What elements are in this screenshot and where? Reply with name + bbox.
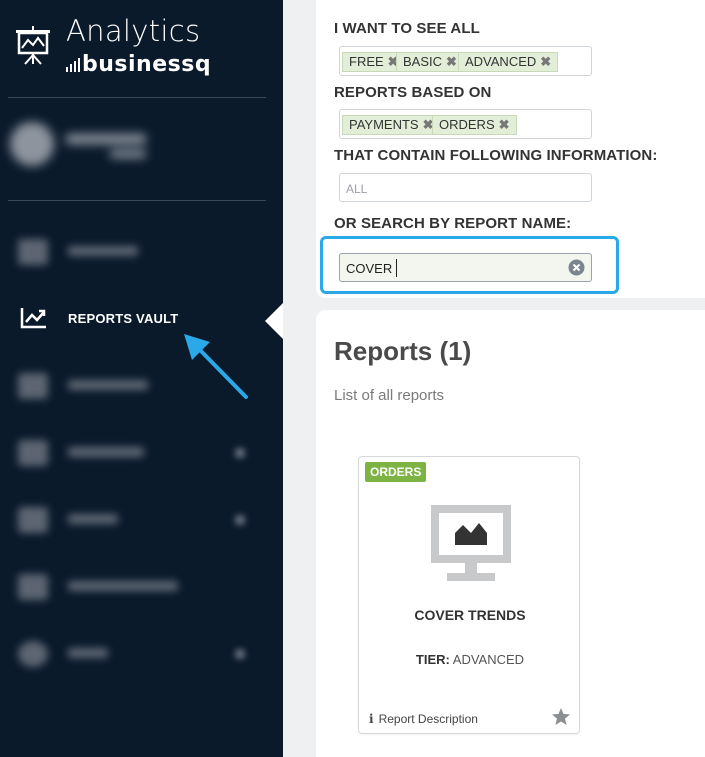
- monitor-chart-icon: [431, 505, 511, 581]
- sidebar-item-blurred-6[interactable]: [0, 633, 283, 673]
- signal-bars-icon: [66, 58, 82, 72]
- sidebar-item-blurred-3[interactable]: [0, 432, 283, 472]
- active-indicator-notch: [265, 303, 283, 339]
- see-all-label: I WANT TO SEE ALL: [334, 20, 480, 37]
- sidebar-divider: [8, 200, 266, 201]
- tier-multiselect[interactable]: FREE ✖ BASIC ✖ ADVANCED ✖: [339, 46, 592, 76]
- filter-panel: I WANT TO SEE ALL FREE ✖ BASIC ✖ ADVANCED ✖…: [316, 0, 705, 298]
- source-multiselect[interactable]: PAYMENTS ✖ ORDERS ✖: [339, 109, 592, 139]
- tier-tag-advanced[interactable]: ADVANCED ✖: [458, 52, 559, 72]
- contain-label: THAT CONTAIN FOLLOWING INFORMATION:: [334, 147, 658, 164]
- report-description-link[interactable]: i Report Description: [369, 712, 478, 726]
- remove-tag-icon[interactable]: ✖: [540, 54, 551, 69]
- reports-title: Reports (1): [334, 336, 472, 366]
- tier-tag-basic[interactable]: BASIC ✖: [396, 52, 464, 72]
- avatar: [10, 122, 54, 166]
- information-placeholder: ALL: [346, 182, 368, 196]
- pointer-arrow-icon: [184, 334, 248, 399]
- sidebar-item-blurred-5[interactable]: [0, 566, 283, 606]
- sidebar-item-blurred-4[interactable]: [0, 499, 283, 539]
- brand-subtitle-text: businessq: [82, 52, 212, 77]
- remove-tag-icon[interactable]: ✖: [446, 54, 457, 69]
- source-tag-orders[interactable]: ORDERS ✖: [432, 115, 517, 135]
- sidebar-item-label: REPORTS VAULT: [68, 311, 179, 326]
- report-tier: TIER: ADVANCED: [415, 652, 525, 667]
- clear-search-icon[interactable]: [568, 259, 585, 276]
- remove-tag-icon[interactable]: ✖: [499, 117, 510, 132]
- presentation-board-icon: [16, 26, 50, 65]
- search-label: OR SEARCH BY REPORT NAME:: [334, 215, 572, 232]
- user-profile-blurred[interactable]: [10, 118, 150, 168]
- info-icon: i: [369, 712, 374, 726]
- sidebar-item-blurred-1[interactable]: [0, 231, 283, 271]
- report-name-search-input[interactable]: COVER: [339, 253, 592, 282]
- chart-line-icon: [20, 308, 46, 329]
- brand-logo[interactable]: Analytics businessq: [16, 14, 266, 84]
- sidebar-divider: [8, 97, 266, 98]
- search-value: COVER: [346, 261, 393, 276]
- brand-title: Analytics: [66, 14, 201, 48]
- search-highlight-frame: COVER: [320, 236, 619, 294]
- report-category-badge: ORDERS: [365, 462, 427, 482]
- reports-subtitle: List of all reports: [334, 387, 445, 404]
- report-name: COVER TRENDS: [414, 607, 526, 623]
- based-on-label: REPORTS BASED ON: [334, 84, 492, 101]
- source-tag-payments[interactable]: PAYMENTS ✖: [342, 115, 441, 135]
- reports-panel: Reports (1) List of all reports ORDERS C…: [316, 310, 705, 757]
- text-caret: [396, 259, 397, 277]
- brand-subtitle: businessq: [66, 52, 211, 77]
- report-card[interactable]: ORDERS COVER TRENDS TIER: ADVANCED i Repo…: [358, 456, 580, 734]
- information-select[interactable]: ALL: [339, 173, 592, 202]
- star-icon[interactable]: [551, 707, 571, 727]
